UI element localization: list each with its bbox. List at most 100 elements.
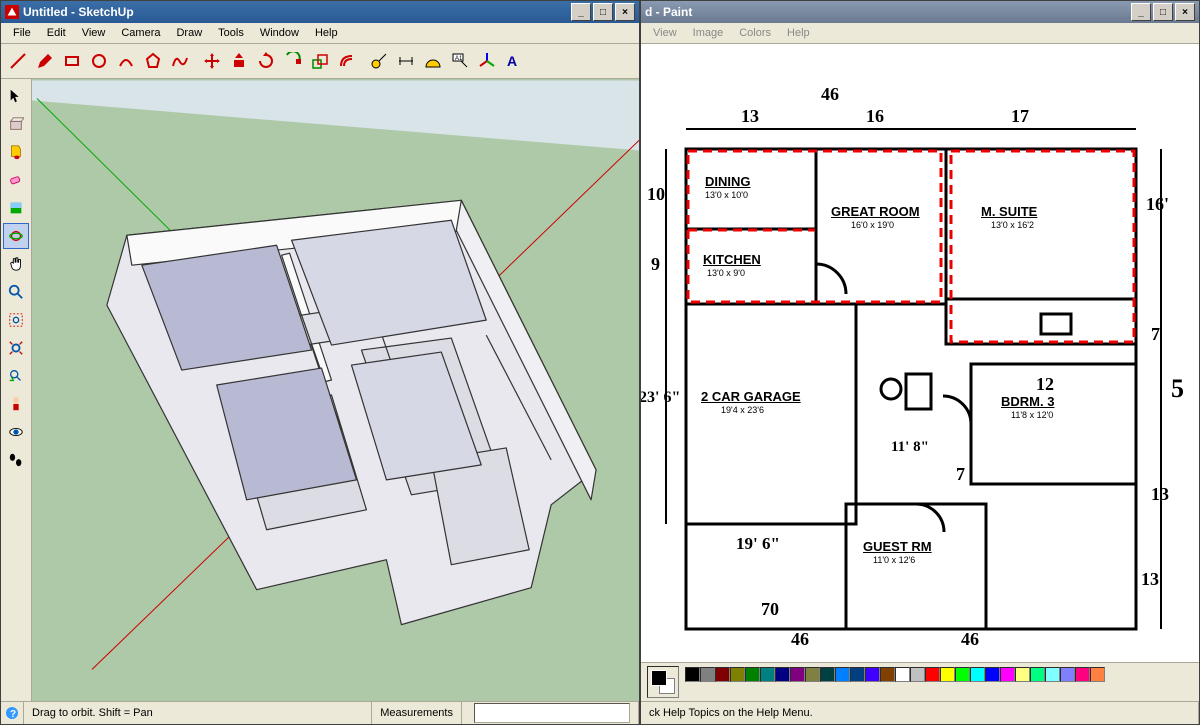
paint-canvas[interactable]: DINING 13'0 x 10'0 GREAT ROOM 16'0 x 19'… — [641, 44, 1199, 662]
tool-text-icon[interactable]: A1 — [447, 48, 473, 74]
room-kitchen: KITCHEN — [703, 252, 761, 267]
palette-swatch[interactable] — [775, 667, 790, 682]
palette-swatch[interactable] — [880, 667, 895, 682]
palette-swatch[interactable] — [1030, 667, 1045, 682]
tool-styles-icon[interactable] — [3, 195, 29, 221]
room-dining: DINING — [705, 174, 751, 189]
tool-look-icon[interactable] — [3, 419, 29, 445]
menu-tools[interactable]: Tools — [210, 25, 252, 41]
paint-statusbar: ck Help Topics on the Help Menu. — [641, 701, 1199, 724]
menu-colors[interactable]: Colors — [731, 25, 779, 41]
tool-pushpull-icon[interactable] — [226, 48, 252, 74]
palette-swatch[interactable] — [925, 667, 940, 682]
palette-swatch[interactable] — [745, 667, 760, 682]
tool-zoomwindow-icon[interactable] — [3, 307, 29, 333]
tool-rectangle-icon[interactable] — [59, 48, 85, 74]
maximize-button[interactable]: □ — [593, 3, 613, 21]
tool-tape-icon[interactable] — [366, 48, 392, 74]
tool-pan-icon[interactable] — [3, 251, 29, 277]
anno: 13 — [1141, 569, 1159, 590]
palette-swatch[interactable] — [730, 667, 745, 682]
menu-file[interactable]: File — [5, 25, 39, 41]
palette-swatch[interactable] — [955, 667, 970, 682]
menu-image[interactable]: Image — [685, 25, 732, 41]
tool-zoomextents-icon[interactable] — [3, 335, 29, 361]
tool-scale-icon[interactable] — [307, 48, 333, 74]
maximize-button[interactable]: □ — [1153, 3, 1173, 21]
palette-swatch[interactable] — [1075, 667, 1090, 682]
tool-rotate-icon[interactable] — [253, 48, 279, 74]
sketchup-titlebar[interactable]: Untitled - SketchUp _ □ × — [1, 1, 639, 23]
tool-protractor-icon[interactable] — [420, 48, 446, 74]
anno: 17 — [1011, 106, 1029, 127]
measurements-input[interactable] — [474, 703, 630, 723]
tool-move-icon[interactable] — [199, 48, 225, 74]
tool-position-icon[interactable] — [3, 391, 29, 417]
menu-draw[interactable]: Draw — [168, 25, 210, 41]
menu-window[interactable]: Window — [252, 25, 307, 41]
menu-help[interactable]: Help — [779, 25, 818, 41]
palette-swatch[interactable] — [835, 667, 850, 682]
tool-zoom-icon[interactable] — [3, 279, 29, 305]
menu-camera[interactable]: Camera — [113, 25, 168, 41]
tool-offset-icon[interactable] — [334, 48, 360, 74]
tool-previous-icon[interactable] — [3, 363, 29, 389]
palette-swatch[interactable] — [805, 667, 820, 682]
paint-window: d - Paint _ □ × View Image Colors Help — [640, 0, 1200, 725]
palette-swatch[interactable] — [1015, 667, 1030, 682]
tool-3dtext-icon[interactable]: A — [501, 48, 527, 74]
palette-swatch[interactable] — [1045, 667, 1060, 682]
palette-swatch[interactable] — [820, 667, 835, 682]
palette-swatch[interactable] — [1090, 667, 1105, 682]
floorplan-drawing — [641, 44, 1199, 654]
menu-edit[interactable]: Edit — [39, 25, 74, 41]
palette-swatch[interactable] — [790, 667, 805, 682]
tool-component-icon[interactable] — [3, 111, 29, 137]
sketchup-viewport[interactable] — [32, 79, 639, 701]
paint-titlebar[interactable]: d - Paint _ □ × — [641, 1, 1199, 23]
palette-swatch[interactable] — [715, 667, 730, 682]
tool-paint-icon[interactable] — [3, 139, 29, 165]
palette-swatch[interactable] — [865, 667, 880, 682]
palette-swatch[interactable] — [940, 667, 955, 682]
tool-dimension-icon[interactable] — [393, 48, 419, 74]
palette-swatch[interactable] — [1060, 667, 1075, 682]
tool-axes-icon[interactable] — [474, 48, 500, 74]
menu-view[interactable]: View — [74, 25, 114, 41]
minimize-button[interactable]: _ — [1131, 3, 1151, 21]
tool-followme-icon[interactable] — [280, 48, 306, 74]
palette-swatch[interactable] — [970, 667, 985, 682]
palette-current[interactable] — [647, 666, 679, 698]
tool-polygon-icon[interactable] — [140, 48, 166, 74]
room-dining-dim: 13'0 x 10'0 — [705, 190, 748, 200]
palette-swatch[interactable] — [700, 667, 715, 682]
anno: 9 — [651, 254, 660, 275]
tool-circle-icon[interactable] — [86, 48, 112, 74]
palette-swatch[interactable] — [685, 667, 700, 682]
tool-arc-icon[interactable] — [113, 48, 139, 74]
tool-walk-icon[interactable] — [3, 447, 29, 473]
room-guest: GUEST RM — [863, 539, 932, 554]
palette-swatch[interactable] — [850, 667, 865, 682]
menu-view[interactable]: View — [645, 25, 685, 41]
tool-orbit-icon[interactable] — [3, 223, 29, 249]
anno: 13 — [1151, 484, 1169, 505]
tool-line-icon[interactable] — [5, 48, 31, 74]
3d-model — [32, 79, 639, 701]
tool-freehand-icon[interactable] — [167, 48, 193, 74]
palette-swatch[interactable] — [895, 667, 910, 682]
anno: 7 — [956, 464, 965, 485]
help-icon[interactable]: ? — [1, 702, 24, 724]
tool-select-icon[interactable] — [3, 83, 29, 109]
anno: 19' 6" — [736, 534, 780, 554]
palette-swatch[interactable] — [985, 667, 1000, 682]
close-button[interactable]: × — [615, 3, 635, 21]
palette-swatch[interactable] — [910, 667, 925, 682]
palette-swatch[interactable] — [760, 667, 775, 682]
close-button[interactable]: × — [1175, 3, 1195, 21]
tool-pencil-icon[interactable] — [32, 48, 58, 74]
minimize-button[interactable]: _ — [571, 3, 591, 21]
menu-help[interactable]: Help — [307, 25, 346, 41]
palette-swatch[interactable] — [1000, 667, 1015, 682]
tool-eraser-icon[interactable] — [3, 167, 29, 193]
